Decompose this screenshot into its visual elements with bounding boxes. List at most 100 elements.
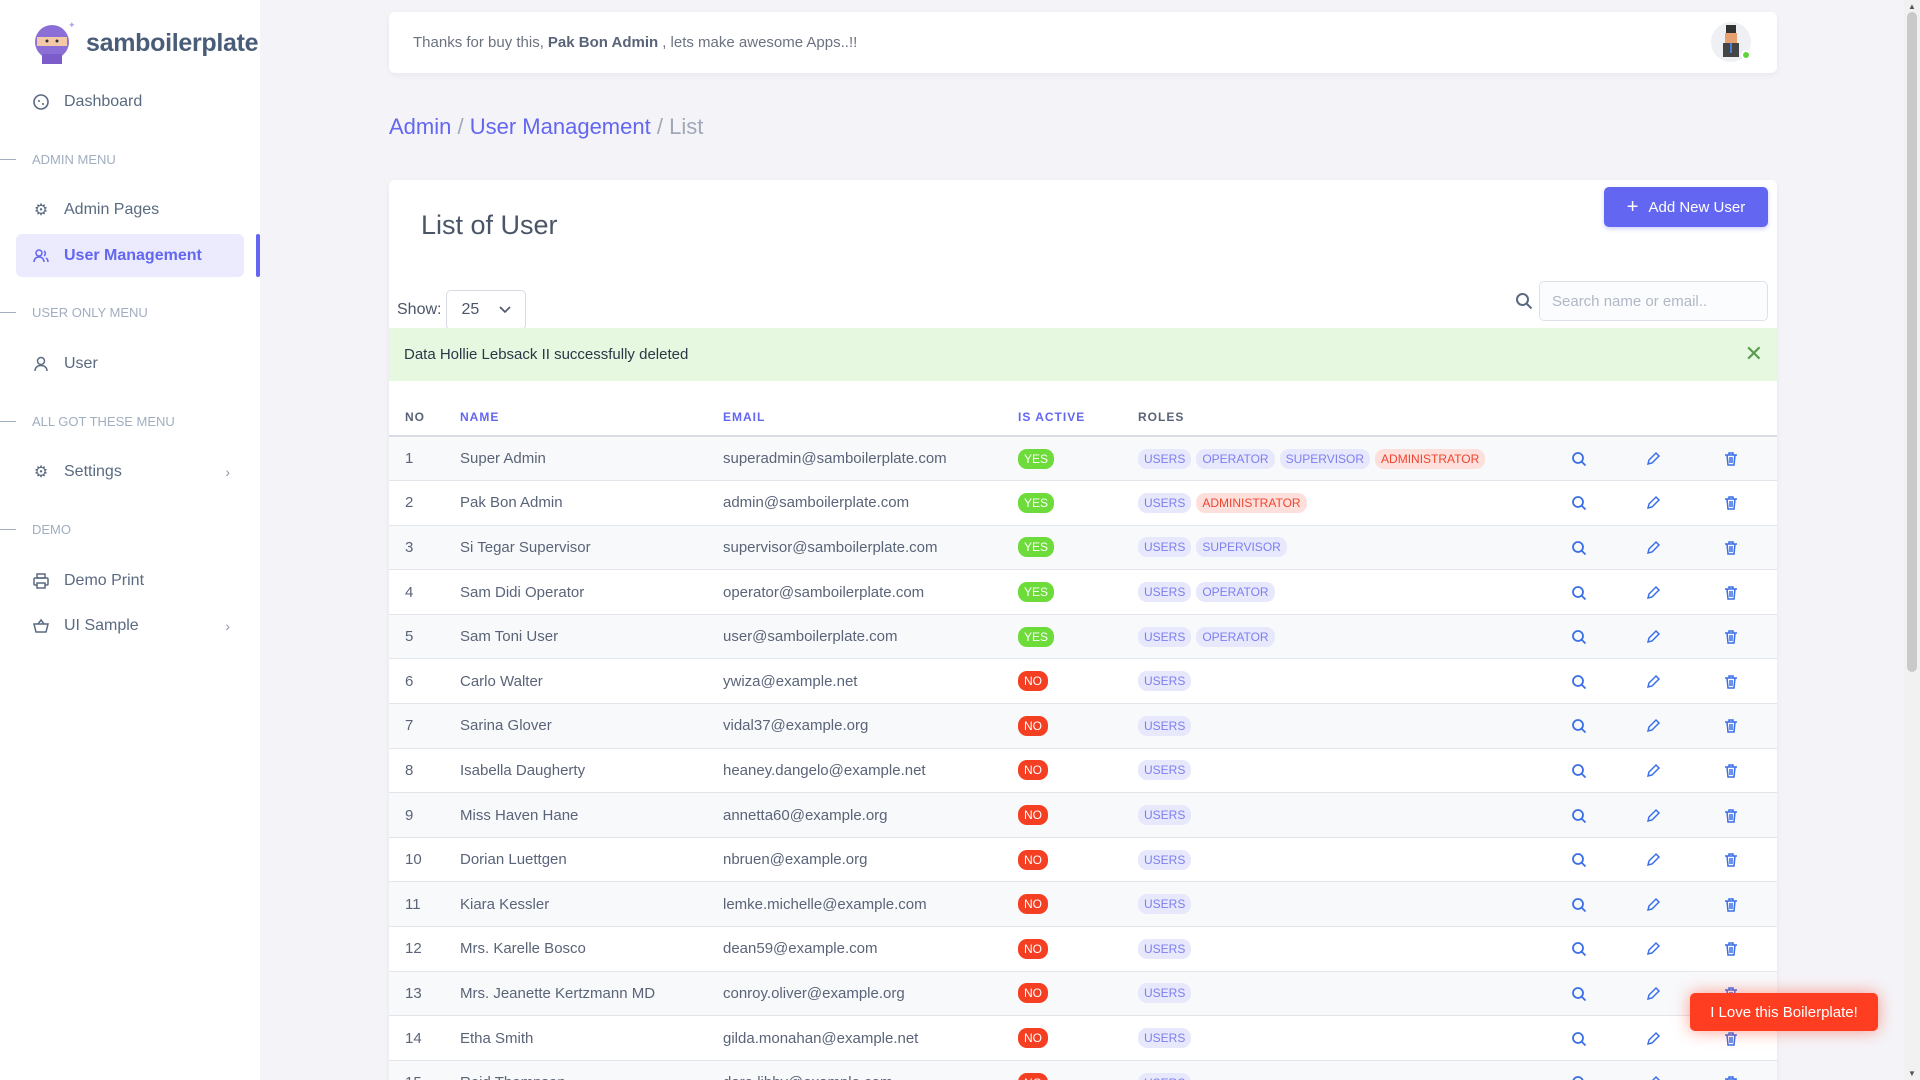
col-no[interactable]: NO: [389, 398, 460, 437]
brand-name: samboilerplate: [86, 28, 259, 57]
delete-button[interactable]: [1685, 569, 1777, 615]
section-user-only-menu: USER ONLY MENU: [0, 305, 148, 320]
col-name[interactable]: NAME: [460, 398, 723, 437]
view-button[interactable]: [1538, 569, 1620, 615]
view-button[interactable]: [1538, 881, 1620, 928]
view-button[interactable]: [1538, 1060, 1620, 1080]
edit-button[interactable]: [1620, 525, 1685, 571]
add-new-user-button[interactable]: + Add New User: [1604, 187, 1768, 227]
user-list-card: List of User +Add New User Show: 25 Data…: [389, 180, 1777, 1080]
search-input[interactable]: [1539, 281, 1768, 321]
view-button[interactable]: [1538, 525, 1620, 571]
delete-button[interactable]: [1685, 480, 1777, 526]
cell-no: 6: [389, 658, 460, 705]
sidebar-item-settings[interactable]: ⚙ Settings ›: [16, 450, 244, 493]
edit-button[interactable]: [1620, 748, 1685, 794]
edit-button[interactable]: [1620, 658, 1685, 705]
delete-button[interactable]: [1685, 614, 1777, 660]
search-icon: [1571, 1030, 1587, 1047]
cell-name: Miss Haven Hane: [460, 792, 723, 838]
delete-button[interactable]: [1685, 436, 1777, 482]
delete-button[interactable]: [1685, 748, 1777, 794]
view-button[interactable]: [1538, 658, 1620, 705]
search-icon: [1516, 293, 1533, 310]
cell-active: NO: [1018, 658, 1138, 705]
col-is-active[interactable]: IS ACTIVE: [1018, 398, 1138, 437]
delete-button[interactable]: [1685, 837, 1777, 883]
cell-active: NO: [1018, 1015, 1138, 1061]
trash-icon: [1723, 450, 1739, 467]
cell-email: heaney.dangelo@example.net: [723, 748, 1018, 794]
view-button[interactable]: [1538, 1015, 1620, 1061]
edit-button[interactable]: [1620, 1060, 1685, 1080]
delete-button[interactable]: [1685, 926, 1777, 972]
scroll-down-icon[interactable]: ▼: [1908, 1069, 1916, 1078]
view-button[interactable]: [1538, 480, 1620, 526]
view-button[interactable]: [1538, 748, 1620, 794]
avatar[interactable]: [1711, 22, 1751, 62]
scrollbar[interactable]: ▲ ▼: [1904, 0, 1920, 1080]
trash-icon: [1723, 1074, 1739, 1080]
sidebar-item-user[interactable]: User: [16, 342, 244, 385]
edit-button[interactable]: [1620, 436, 1685, 482]
view-button[interactable]: [1538, 971, 1620, 1017]
sidebar-item-admin-pages[interactable]: ⚙ Admin Pages: [16, 188, 244, 231]
cookie-icon: [32, 93, 50, 111]
edit-button[interactable]: [1620, 1015, 1685, 1061]
delete-button[interactable]: [1685, 792, 1777, 838]
breadcrumb-user-management[interactable]: User Management: [470, 114, 651, 139]
search-icon: [1571, 494, 1587, 511]
edit-button[interactable]: [1620, 569, 1685, 615]
view-button[interactable]: [1538, 837, 1620, 883]
table-row: 14 Etha Smith gilda.monahan@example.net …: [389, 1015, 1777, 1061]
page-size-select[interactable]: 25: [446, 290, 527, 330]
edit-button[interactable]: [1620, 480, 1685, 526]
trash-icon: [1723, 539, 1739, 556]
sidebar-item-user-management[interactable]: User Management: [16, 234, 244, 277]
love-boilerplate-button[interactable]: I Love this Boilerplate!: [1690, 993, 1878, 1031]
sidebar-item-dashboard[interactable]: Dashboard: [16, 80, 244, 123]
scrollbar-thumb[interactable]: [1907, 12, 1917, 672]
view-button[interactable]: [1538, 614, 1620, 660]
show-label: Show:: [397, 301, 442, 318]
edit-button[interactable]: [1620, 837, 1685, 883]
role-badge: OPERATOR: [1196, 582, 1275, 603]
edit-button[interactable]: [1620, 614, 1685, 660]
svg-text:✦: ✦: [68, 20, 76, 30]
edit-button[interactable]: [1620, 881, 1685, 928]
delete-button[interactable]: [1685, 1060, 1777, 1080]
sidebar-item-label: Demo Print: [64, 571, 145, 589]
role-badge: USERS: [1138, 626, 1192, 647]
delete-button[interactable]: [1685, 525, 1777, 571]
view-button[interactable]: [1538, 792, 1620, 838]
cell-name: Dorian Luettgen: [460, 837, 723, 883]
edit-button[interactable]: [1620, 703, 1685, 749]
pencil-icon: [1645, 584, 1661, 601]
view-button[interactable]: [1538, 926, 1620, 972]
view-button[interactable]: [1538, 436, 1620, 482]
scroll-up-icon[interactable]: ▲: [1908, 2, 1916, 11]
cell-active: NO: [1018, 881, 1138, 928]
cell-email: ywiza@example.net: [723, 658, 1018, 705]
edit-button[interactable]: [1620, 926, 1685, 972]
active-badge: NO: [1018, 715, 1048, 736]
sidebar-item-ui-sample[interactable]: UI Sample ›: [16, 604, 244, 647]
edit-button[interactable]: [1620, 792, 1685, 838]
role-badge: OPERATOR: [1196, 448, 1275, 469]
delete-button[interactable]: [1685, 881, 1777, 928]
close-icon[interactable]: ✕: [1745, 341, 1763, 367]
sidebar-item-demo-print[interactable]: Demo Print: [16, 559, 244, 602]
cell-roles: USERS: [1138, 703, 1538, 749]
cell-no: 10: [389, 837, 460, 883]
cell-roles: USERS SUPERVISOR: [1138, 525, 1538, 571]
col-email[interactable]: EMAIL: [723, 398, 1018, 437]
page-size-value: 25: [461, 301, 480, 318]
breadcrumb-admin[interactable]: Admin: [389, 114, 451, 139]
brand-logo[interactable]: ✦ samboilerplate: [30, 20, 259, 66]
delete-button[interactable]: [1685, 703, 1777, 749]
cell-no: 12: [389, 926, 460, 972]
delete-button[interactable]: [1685, 658, 1777, 705]
col-delete: [1685, 398, 1777, 437]
edit-button[interactable]: [1620, 971, 1685, 1017]
view-button[interactable]: [1538, 703, 1620, 749]
